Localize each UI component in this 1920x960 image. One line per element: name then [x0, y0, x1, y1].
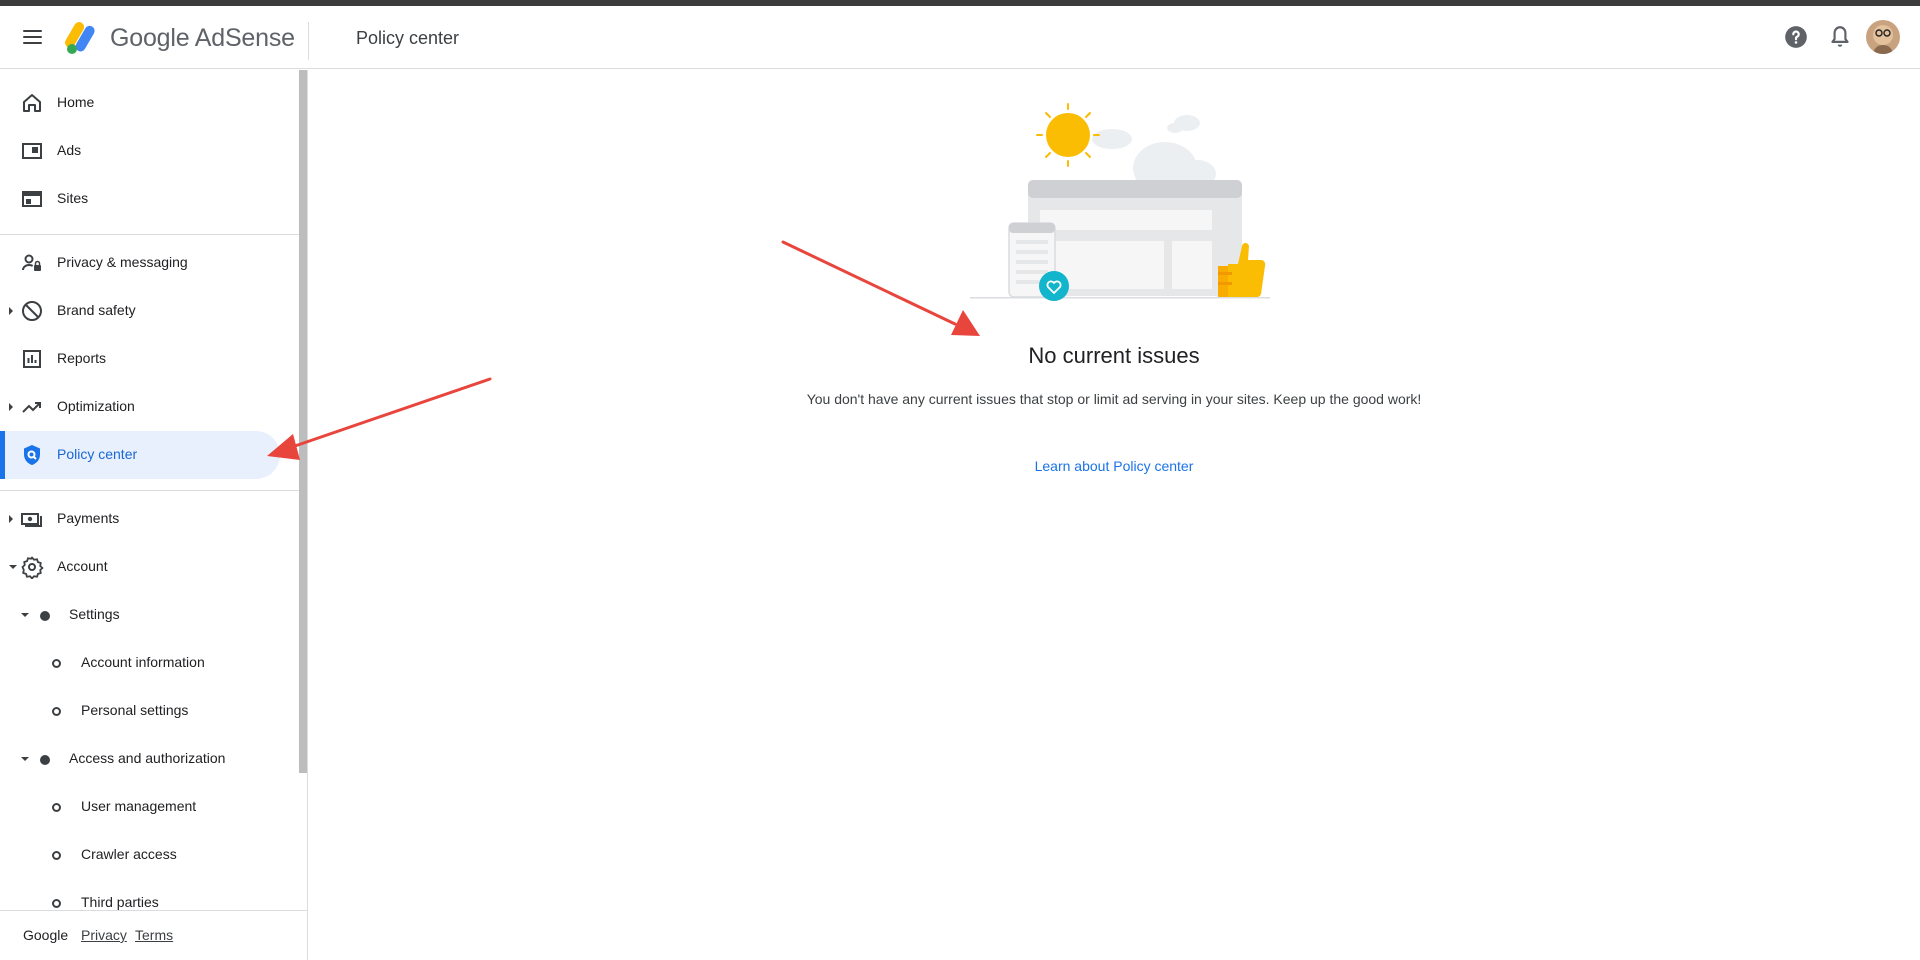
- ads-icon: [22, 143, 42, 159]
- sidebar-item-policy-center[interactable]: Policy center: [0, 431, 280, 479]
- adsense-logo: [65, 22, 95, 54]
- sidebar-item-account[interactable]: Account: [0, 543, 280, 591]
- sidebar-item-ads[interactable]: Ads: [0, 127, 280, 175]
- privacy-link[interactable]: Privacy: [81, 927, 127, 943]
- sun-icon: [1036, 103, 1100, 167]
- brand-safety-icon: [22, 301, 42, 321]
- sidebar-item-account-information[interactable]: Account information: [0, 639, 280, 687]
- notifications-icon[interactable]: [1827, 24, 1853, 50]
- caret-right-icon[interactable]: [9, 307, 13, 315]
- empty-state-description: You don't have any current issues that s…: [806, 391, 1422, 407]
- sidebar-item-personal-settings[interactable]: Personal settings: [0, 687, 280, 735]
- sidebar-item-reports[interactable]: Reports: [0, 335, 280, 383]
- sidebar-footer: Google Privacy Terms: [0, 910, 307, 960]
- sidebar-item-optimization[interactable]: Optimization: [0, 383, 280, 431]
- heart-badge-icon: [1039, 271, 1069, 301]
- sidebar-item-brand-safety[interactable]: Brand safety: [0, 287, 280, 335]
- caret-down-icon[interactable]: [21, 613, 29, 617]
- sidebar-item-label: Personal settings: [81, 702, 189, 718]
- sidebar-item-label: Account information: [81, 654, 205, 670]
- home-icon: [23, 94, 41, 112]
- empty-state-heading: No current issues: [1028, 343, 1200, 368]
- sidebar-item-privacy-messaging[interactable]: Privacy & messaging: [0, 239, 280, 287]
- sites-icon: [22, 191, 42, 207]
- sidebar-item-sites[interactable]: Sites: [0, 175, 280, 223]
- optimization-icon: [22, 402, 41, 413]
- sidebar-item-label: Access and authorization: [69, 750, 226, 766]
- learn-policy-center-link[interactable]: Learn about Policy center: [1035, 458, 1194, 474]
- help-icon[interactable]: [1783, 24, 1809, 50]
- sidebar-item-label: Policy center: [57, 446, 138, 462]
- sidebar-item-label: Privacy & messaging: [57, 254, 188, 270]
- sidebar-item-label: Optimization: [57, 398, 135, 414]
- caret-right-icon[interactable]: [9, 515, 13, 523]
- sidebar-item-crawler-access[interactable]: Crawler access: [0, 831, 280, 879]
- sidebar-item-label: Crawler access: [81, 846, 177, 862]
- sidebar-item-label: Reports: [57, 350, 107, 366]
- bullet-ring-icon: [52, 803, 61, 812]
- sidebar-border: [307, 70, 308, 960]
- reports-icon: [23, 350, 41, 368]
- bullet-ring-icon: [52, 707, 61, 716]
- terms-link[interactable]: Terms: [135, 927, 173, 943]
- payments-icon: [21, 513, 42, 527]
- sidebar-item-third-parties[interactable]: Third parties: [0, 879, 280, 910]
- avatar[interactable]: [1866, 20, 1900, 54]
- no-issues-illustration: [970, 103, 1270, 301]
- sidebar-divider: [0, 234, 299, 235]
- sidebar: Home Ads Sites Privacy & messaging Brand…: [0, 70, 307, 910]
- sidebar-item-label: Ads: [57, 142, 82, 158]
- footer-google: Google: [23, 927, 69, 943]
- caret-down-icon[interactable]: [9, 565, 17, 569]
- active-indicator: [0, 431, 5, 479]
- menu-icon[interactable]: [18, 26, 50, 50]
- sidebar-item-label: Home: [57, 94, 95, 110]
- sidebar-item-settings[interactable]: Settings: [0, 591, 280, 639]
- annotation-arrow: [781, 240, 980, 336]
- header-divider: [308, 22, 309, 60]
- sidebar-item-label: Payments: [57, 510, 120, 526]
- sidebar-item-label: Brand safety: [57, 302, 136, 318]
- caret-down-icon[interactable]: [21, 757, 29, 761]
- sidebar-item-label: User management: [81, 798, 197, 814]
- sidebar-item-label: Sites: [57, 190, 89, 206]
- sidebar-divider: [0, 490, 299, 491]
- policy-shield-icon: [24, 445, 40, 465]
- sidebar-item-user-management[interactable]: User management: [0, 783, 280, 831]
- sidebar-item-home[interactable]: Home: [0, 79, 280, 127]
- sidebar-scrollbar[interactable]: [299, 70, 307, 773]
- sidebar-item-label: Settings: [69, 606, 120, 622]
- sidebar-item-label: Account: [57, 558, 108, 574]
- brand-name: Google AdSense: [110, 24, 295, 52]
- account-gear-icon: [21, 556, 44, 579]
- bullet-icon: [40, 611, 50, 621]
- page-title: Policy center: [356, 28, 460, 48]
- privacy-icon: [22, 254, 41, 271]
- bullet-ring-icon: [52, 659, 61, 668]
- bullet-ring-icon: [52, 851, 61, 860]
- sidebar-item-label: Third parties: [81, 894, 159, 910]
- sidebar-item-access-authorization[interactable]: Access and authorization: [0, 735, 280, 783]
- bullet-ring-icon: [52, 899, 61, 908]
- caret-right-icon[interactable]: [9, 403, 13, 411]
- sidebar-item-payments[interactable]: Payments: [0, 495, 280, 543]
- bullet-icon: [40, 755, 50, 765]
- app-bar: Google AdSense Policy center: [0, 6, 1920, 69]
